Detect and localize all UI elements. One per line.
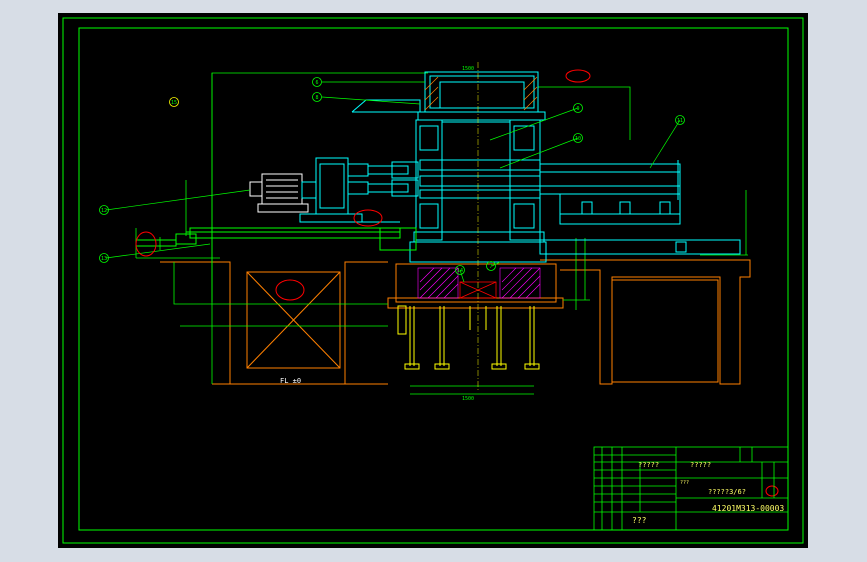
item-balloon-label: 11 (677, 118, 683, 124)
item-balloon-label: 13 (101, 256, 107, 262)
item-balloon-label: 7 (489, 264, 492, 270)
title-text-2: ????? (690, 461, 712, 469)
item-balloon-label: 15 (171, 100, 177, 106)
item-balloon-label: 14 (457, 268, 463, 274)
item-balloon-label: 9 (576, 106, 579, 112)
item-balloon-label: 8 (315, 95, 318, 101)
scale-text: ?????3/6? (708, 488, 746, 496)
item-balloon-label: 12 (101, 208, 107, 214)
title-text-1: ????? (638, 461, 660, 469)
item-balloon-label: 6 (315, 80, 318, 86)
top-dimension-label: 1500 (462, 66, 475, 72)
small-text: ??? (680, 480, 690, 486)
item-balloon-label: 10 (575, 136, 581, 142)
bottom-text: ??? (632, 516, 647, 525)
floor-level-label: FL ±0 (280, 377, 302, 385)
cad-drawing-canvas[interactable]: 6 8 9 10 11 12 13 14 7 15 (0, 0, 867, 562)
drawing-number: 41201M313-00003 (712, 504, 785, 513)
bottom-dimension-label: 1500 (462, 396, 475, 402)
